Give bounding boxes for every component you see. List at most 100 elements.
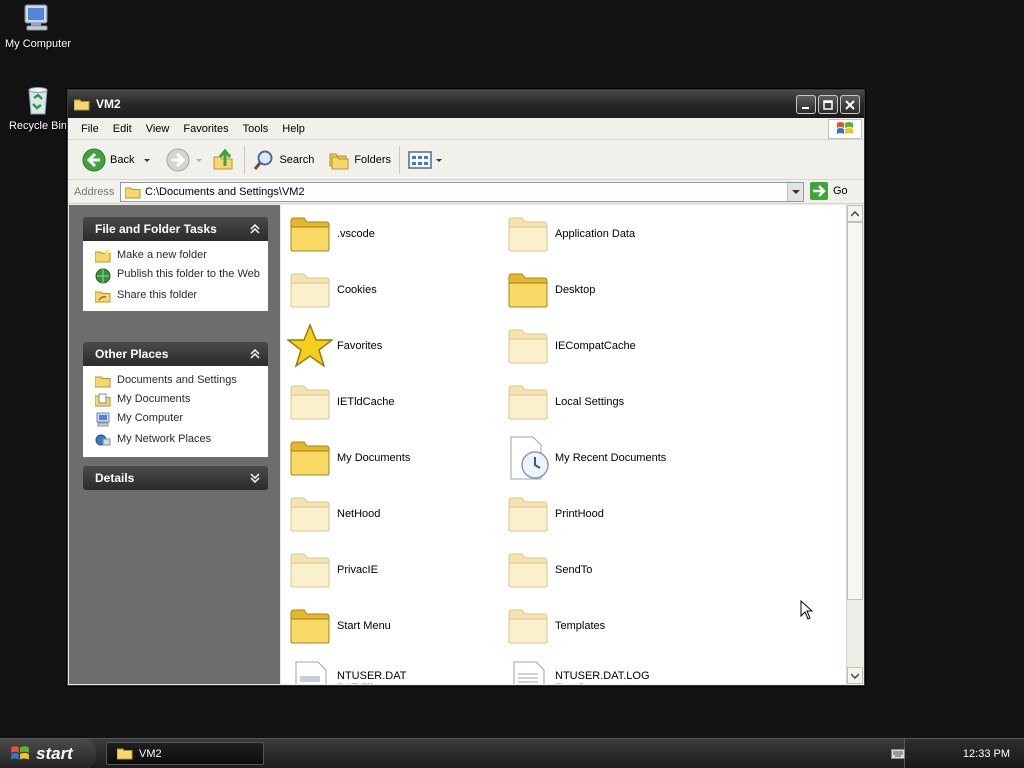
make-new-folder-link[interactable]: Make a new folder — [95, 249, 262, 263]
folder-icon — [95, 376, 111, 388]
recent-documents-icon — [505, 435, 551, 481]
start-button[interactable]: start — [0, 739, 96, 768]
file-item[interactable]: Cookies — [287, 265, 497, 315]
file-type: Text Document — [555, 682, 650, 684]
folder-icon — [505, 267, 551, 313]
desktop-icon-recycle-bin[interactable]: Recycle Bin — [0, 84, 76, 132]
file-item[interactable]: PrintHood — [505, 489, 715, 539]
clock[interactable]: 12:33 PM — [963, 748, 1010, 760]
file-item[interactable]: Start Menu — [287, 601, 497, 651]
file-name: NTUSER.DATDAT File — [337, 670, 406, 684]
taskbar: start VM2 12:33 PM — [0, 738, 1024, 768]
file-item[interactable]: .vscode — [287, 209, 497, 259]
system-tray: 12:33 PM — [891, 739, 1024, 768]
start-label: start — [36, 744, 73, 763]
address-dropdown-button[interactable] — [787, 183, 803, 201]
collapse-chevron-icon[interactable] — [250, 349, 260, 359]
views-button[interactable] — [404, 144, 448, 176]
file-name: Cookies — [337, 284, 377, 296]
file-item[interactable]: Local Settings — [505, 377, 715, 427]
windows-flag-icon — [837, 122, 853, 134]
menu-help[interactable]: Help — [275, 118, 312, 140]
menu-favorites[interactable]: Favorites — [176, 118, 235, 140]
up-folder-button[interactable] — [208, 144, 240, 176]
text-document-icon — [505, 659, 551, 684]
vertical-scrollbar[interactable] — [846, 205, 863, 684]
folders-button[interactable]: Folders — [324, 144, 395, 176]
file-item[interactable]: SendTo — [505, 545, 715, 595]
title-bar[interactable]: VM2 — [68, 90, 864, 118]
close-icon — [845, 99, 855, 110]
desktop-icon-label: Recycle Bin — [8, 120, 68, 132]
file-item[interactable]: Desktop — [505, 265, 715, 315]
maximize-icon — [823, 99, 833, 110]
folder-icon — [287, 603, 333, 649]
other-places-header[interactable]: Other Places — [83, 342, 268, 366]
file-item[interactable]: Favorites — [287, 321, 497, 371]
my-computer-link[interactable]: My Computer — [95, 412, 262, 428]
menu-tools[interactable]: Tools — [236, 118, 276, 140]
file-list: .vscode Application Data Cookies Desktop Fav… — [281, 205, 847, 684]
expand-chevron-icon[interactable] — [250, 473, 260, 483]
chevron-down-icon — [791, 190, 800, 194]
file-item[interactable]: IETldCache — [287, 377, 497, 427]
recycle-bin-icon — [28, 87, 48, 115]
maximize-button[interactable] — [818, 95, 838, 114]
documents-and-settings-link[interactable]: Documents and Settings — [95, 374, 262, 388]
back-button[interactable]: Back — [78, 144, 156, 176]
file-name: PrintHood — [555, 508, 604, 520]
file-name: IECompatCache — [555, 340, 636, 352]
minimize-icon — [802, 106, 809, 109]
folder-icon — [287, 379, 333, 425]
details-header[interactable]: Details — [83, 466, 268, 490]
file-item[interactable]: My Recent Documents — [505, 433, 715, 483]
folder-icon — [287, 491, 333, 537]
my-documents-link[interactable]: My Documents — [95, 393, 262, 407]
search-button[interactable]: Search — [249, 144, 318, 176]
publish-folder-link[interactable]: Publish this folder to the Web — [95, 268, 262, 284]
scroll-thumb[interactable] — [847, 222, 863, 600]
menu-file[interactable]: File — [74, 118, 106, 140]
globe-icon — [95, 268, 111, 284]
address-input[interactable]: C:\Documents and Settings\VM2 — [120, 182, 804, 202]
file-item[interactable]: PrivacIE — [287, 545, 497, 595]
taskbar-window-button[interactable]: VM2 — [106, 742, 264, 765]
file-name: Templates — [555, 620, 606, 632]
keyboard-icon[interactable] — [891, 749, 905, 759]
forward-button[interactable] — [162, 144, 208, 176]
panel-title: File and Folder Tasks — [95, 222, 217, 236]
desktop-icon-my-computer[interactable]: My Computer — [0, 2, 76, 50]
go-button[interactable]: Go — [810, 182, 848, 200]
my-network-places-link[interactable]: My Network Places — [95, 433, 262, 449]
minimize-button[interactable] — [796, 95, 816, 114]
close-button[interactable] — [840, 95, 860, 114]
file-item[interactable]: Templates — [505, 601, 715, 651]
taskbar-window-label: VM2 — [139, 747, 162, 760]
go-label: Go — [833, 185, 848, 197]
file-item[interactable]: NTUSER.DAT.LOGText Document — [505, 657, 715, 684]
file-item[interactable]: NetHood — [287, 489, 497, 539]
collapse-chevron-icon[interactable] — [250, 224, 260, 234]
folder-icon — [505, 379, 551, 425]
share-folder-link[interactable]: Share this folder — [95, 289, 262, 303]
file-item[interactable]: Application Data — [505, 209, 715, 259]
search-icon — [254, 150, 273, 170]
menu-edit[interactable]: Edit — [106, 118, 139, 140]
panel-title: Other Places — [95, 347, 169, 361]
file-item[interactable]: IECompatCache — [505, 321, 715, 371]
file-folder-tasks-header[interactable]: File and Folder Tasks — [83, 217, 268, 241]
toolbar: Back Search Folders — [68, 140, 864, 180]
address-bar: Address C:\Documents and Settings\VM2 Go — [68, 180, 864, 204]
folders-label: Folders — [354, 153, 392, 166]
folder-icon — [287, 267, 333, 313]
scroll-down-button[interactable] — [847, 667, 863, 684]
file-name: Desktop — [555, 284, 596, 296]
folder-icon — [125, 187, 141, 198]
task-pane: File and Folder Tasks Make a new folder … — [69, 205, 280, 684]
scroll-up-button[interactable] — [847, 205, 863, 222]
file-item[interactable]: NTUSER.DATDAT File — [287, 657, 497, 684]
file-item[interactable]: My Documents — [287, 433, 497, 483]
menu-view[interactable]: View — [139, 118, 177, 140]
toolbar-separator — [244, 145, 246, 174]
chevron-down-icon[interactable] — [142, 155, 152, 165]
